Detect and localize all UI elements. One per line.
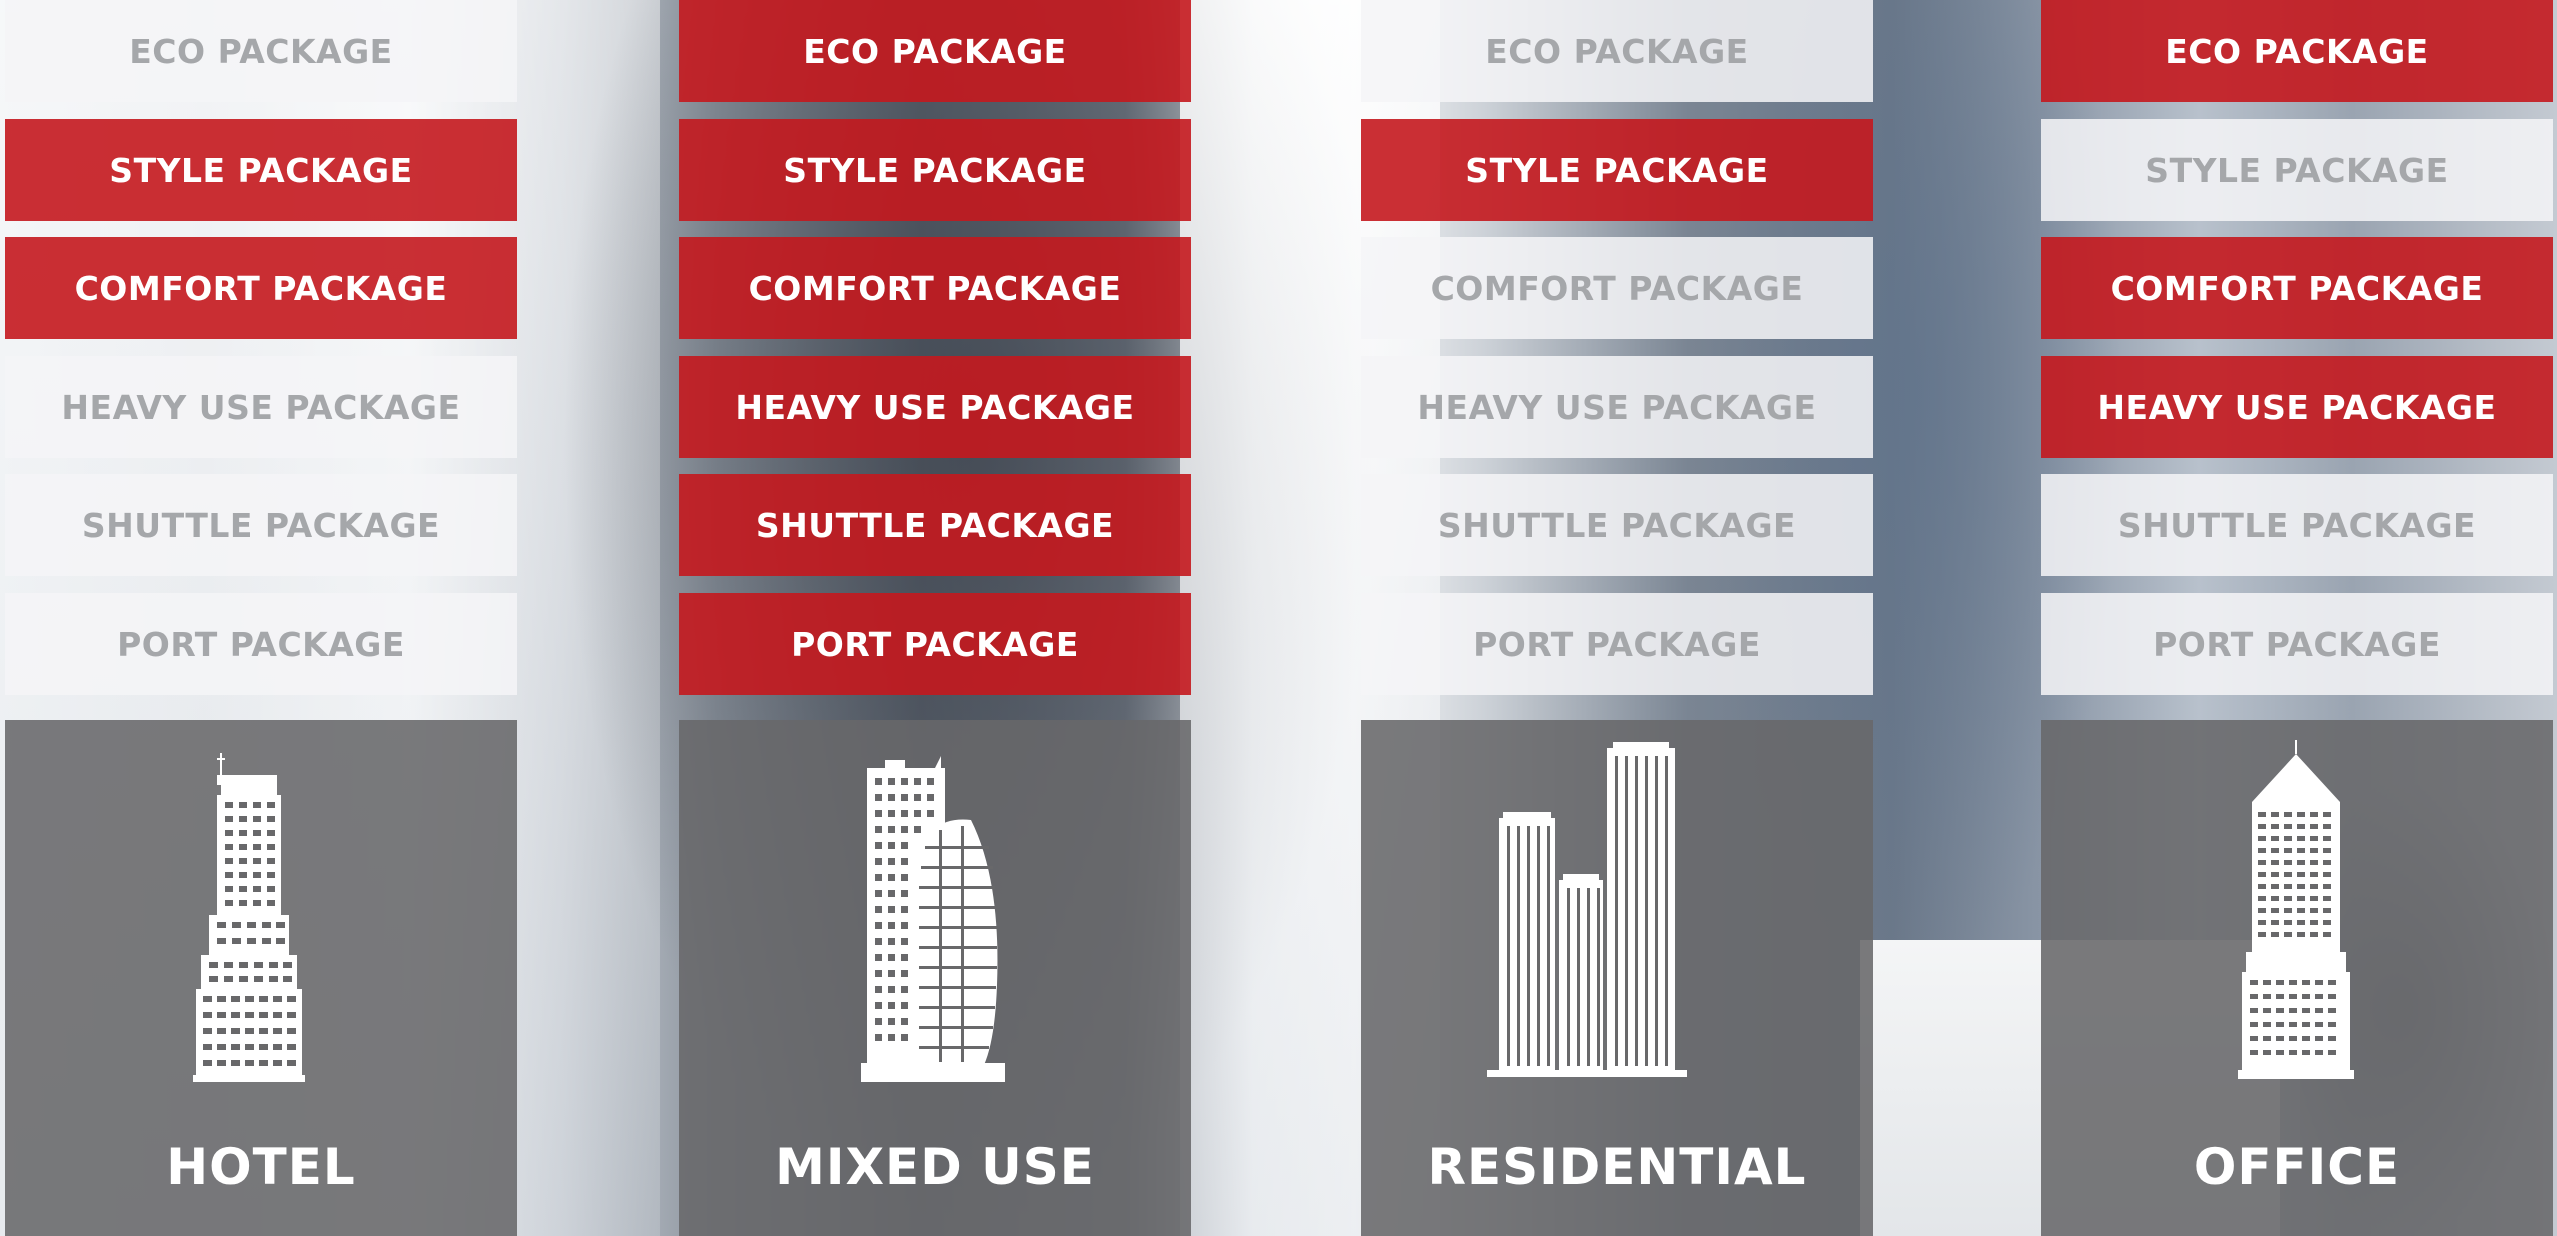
office-building-icon	[2238, 740, 2354, 1079]
package-comfort[interactable]: COMFORT PACKAGE	[1361, 237, 1873, 339]
package-style[interactable]: STYLE PACKAGE	[1361, 119, 1873, 221]
residential-building-icon	[1487, 742, 1687, 1077]
package-heavy-use[interactable]: HEAVY USE PACKAGE	[679, 356, 1191, 458]
building-panel-mixed-use[interactable]: MIXED USE	[679, 720, 1191, 1236]
package-eco[interactable]: ECO PACKAGE	[679, 0, 1191, 102]
building-panel-office[interactable]: OFFICE	[2041, 720, 2553, 1236]
package-port[interactable]: PORT PACKAGE	[1361, 593, 1873, 695]
building-label: HOTEL	[166, 1138, 356, 1196]
column-mixed-use: ECO PACKAGE STYLE PACKAGE COMFORT PACKAG…	[679, 0, 1191, 1236]
package-shuttle[interactable]: SHUTTLE PACKAGE	[5, 474, 517, 576]
package-eco[interactable]: ECO PACKAGE	[5, 0, 517, 102]
package-shuttle[interactable]: SHUTTLE PACKAGE	[1361, 474, 1873, 576]
package-shuttle[interactable]: SHUTTLE PACKAGE	[2041, 474, 2553, 576]
building-label: OFFICE	[2193, 1138, 2401, 1196]
package-eco[interactable]: ECO PACKAGE	[1361, 0, 1873, 102]
column-office: ECO PACKAGE STYLE PACKAGE COMFORT PACKAG…	[2041, 0, 2553, 1236]
hotel-building-icon	[193, 753, 305, 1082]
package-port[interactable]: PORT PACKAGE	[679, 593, 1191, 695]
package-comfort[interactable]: COMFORT PACKAGE	[5, 237, 517, 339]
building-label: MIXED USE	[775, 1138, 1095, 1196]
package-heavy-use[interactable]: HEAVY USE PACKAGE	[5, 356, 517, 458]
package-comfort[interactable]: COMFORT PACKAGE	[679, 237, 1191, 339]
package-style[interactable]: STYLE PACKAGE	[5, 119, 517, 221]
package-shuttle[interactable]: SHUTTLE PACKAGE	[679, 474, 1191, 576]
mixed-use-building-icon	[861, 756, 1005, 1082]
package-style[interactable]: STYLE PACKAGE	[679, 119, 1191, 221]
package-eco[interactable]: ECO PACKAGE	[2041, 0, 2553, 102]
building-panel-residential[interactable]: RESIDENTIAL	[1361, 720, 1873, 1236]
column-hotel: ECO PACKAGE STYLE PACKAGE COMFORT PACKAG…	[5, 0, 517, 1236]
column-residential: ECO PACKAGE STYLE PACKAGE COMFORT PACKAG…	[1361, 0, 1873, 1236]
package-comfort[interactable]: COMFORT PACKAGE	[2041, 237, 2553, 339]
package-style[interactable]: STYLE PACKAGE	[2041, 119, 2553, 221]
building-panel-hotel[interactable]: HOTEL	[5, 720, 517, 1236]
package-heavy-use[interactable]: HEAVY USE PACKAGE	[1361, 356, 1873, 458]
building-label: RESIDENTIAL	[1427, 1138, 1807, 1196]
package-port[interactable]: PORT PACKAGE	[5, 593, 517, 695]
package-port[interactable]: PORT PACKAGE	[2041, 593, 2553, 695]
package-heavy-use[interactable]: HEAVY USE PACKAGE	[2041, 356, 2553, 458]
